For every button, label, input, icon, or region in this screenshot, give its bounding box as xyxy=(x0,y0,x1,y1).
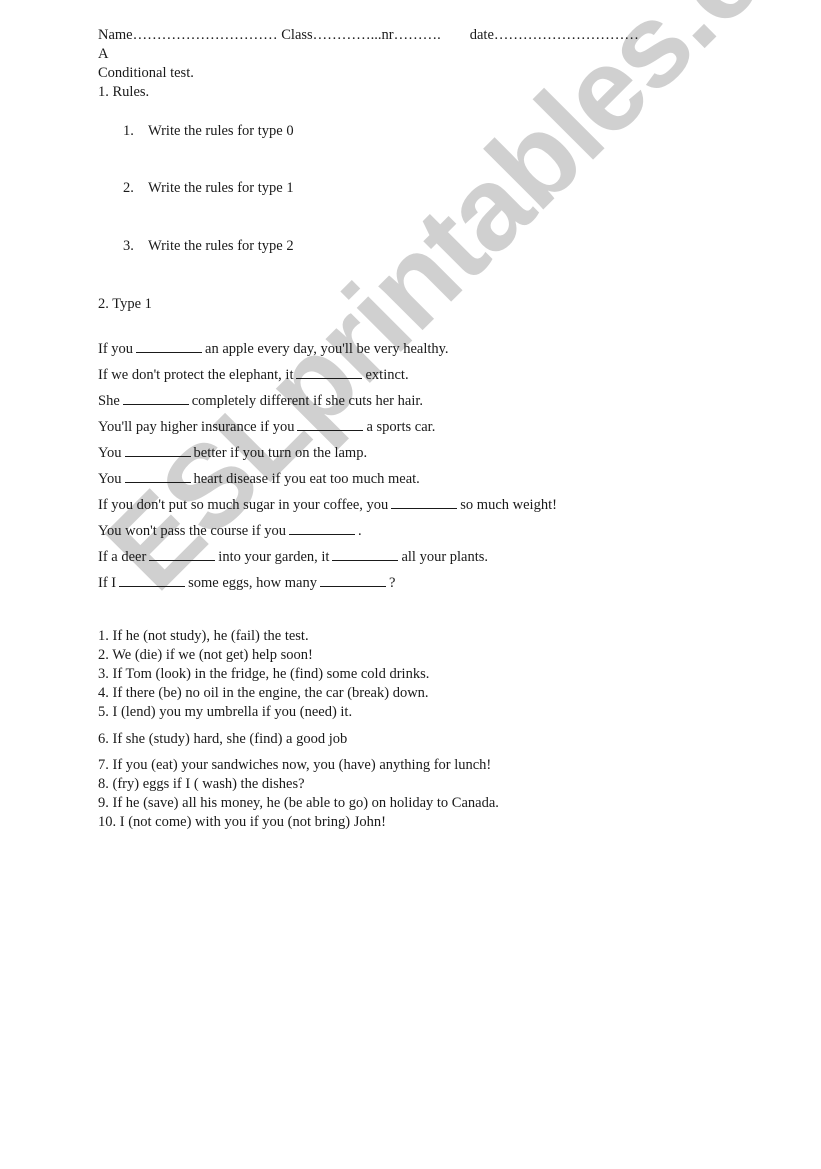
verb-exercise-item: 2. We (die) if we (not get) help soon! xyxy=(98,647,313,663)
date-field-label: date………………………… xyxy=(469,27,639,43)
answer-blank[interactable] xyxy=(119,574,186,587)
verb-exercise-item: 6. If she (study) hard, she (find) a goo… xyxy=(98,731,348,747)
sentence-text: If we don't protect the elephant, it xyxy=(98,367,294,383)
answer-blank[interactable] xyxy=(289,522,356,535)
answer-blank[interactable] xyxy=(296,366,363,379)
sentence-text: . xyxy=(358,523,362,539)
sentence-text: If a deer xyxy=(98,549,147,565)
sentence-text: You'll pay higher insurance if you xyxy=(98,419,295,435)
fill-sentence: If we don't protect the elephant, it exti… xyxy=(98,366,409,384)
name-field-label: Name………………………… xyxy=(98,27,282,43)
fill-sentence: You better if you turn on the lamp. xyxy=(98,444,367,462)
sentence-text: ? xyxy=(389,575,396,591)
answer-blank[interactable] xyxy=(124,470,191,483)
page-title: Conditional test. xyxy=(98,65,194,81)
verb-exercise-item: 5. I (lend) you my umbrella if you (need… xyxy=(98,704,353,720)
sentence-text: so much weight! xyxy=(460,497,557,513)
sentence-text: completely different if she cuts her hai… xyxy=(191,393,423,409)
fill-sentence: If you don't put so much sugar in your c… xyxy=(98,496,557,514)
sentence-text: You won't pass the course if you xyxy=(98,523,287,539)
verb-exercise-item: 3. If Tom (look) in the fridge, he (find… xyxy=(98,666,430,682)
sentence-text: heart disease if you eat too much meat. xyxy=(193,471,420,487)
worksheet-page: ESLprintables.com Name………………………… Class……… xyxy=(0,0,821,1169)
rule-item: 1. Write the rules for type 0 xyxy=(123,123,294,139)
answer-blank[interactable] xyxy=(297,418,364,431)
sentence-text: If you don't put so much sugar in your c… xyxy=(98,497,389,513)
verb-exercise-item: 4. If there (be) no oil in the engine, t… xyxy=(98,685,429,701)
fill-sentence: You won't pass the course if you. xyxy=(98,522,362,540)
rule-item: 3. Write the rules for type 2 xyxy=(123,238,294,254)
verb-exercise-item: 10. I (not come) with you if you (not br… xyxy=(98,814,386,830)
fill-sentence: If I some eggs, how many? xyxy=(98,574,395,592)
section-rules-heading: 1. Rules. xyxy=(98,84,150,100)
answer-blank[interactable] xyxy=(320,574,386,587)
fill-sentence: If a deer into your garden, it all your pl… xyxy=(98,548,488,566)
answer-blank[interactable] xyxy=(391,496,458,509)
sentence-text: an apple every day, you'll be very healt… xyxy=(205,341,449,357)
sentence-text: some eggs, how many xyxy=(188,575,317,591)
fill-sentence: You'll pay higher insurance if you a spor… xyxy=(98,418,435,436)
answer-blank[interactable] xyxy=(332,548,399,561)
verb-exercise-item: 7. If you (eat) your sandwiches now, you… xyxy=(98,757,492,773)
sentence-text: You xyxy=(98,471,122,487)
sentence-text: extinct. xyxy=(365,367,409,383)
student-info-line: Name………………………… Class…………...nr………. date……… xyxy=(98,26,639,44)
section-type1-heading: 2. Type 1 xyxy=(98,296,152,312)
answer-blank[interactable] xyxy=(124,444,191,457)
class-field-label: Class…………...nr………. xyxy=(281,27,441,43)
answer-blank[interactable] xyxy=(136,340,203,353)
rule-item: 2. Write the rules for type 1 xyxy=(123,180,294,196)
sentence-text: all your plants. xyxy=(401,549,489,565)
sentence-text: You xyxy=(98,445,122,461)
sentence-text: If I xyxy=(98,575,117,591)
sentence-text: If you xyxy=(98,341,134,357)
fill-sentence: If you an apple every day, you'll be very… xyxy=(98,340,449,358)
verb-exercise-item: 1. If he (not study), he (fail) the test… xyxy=(98,628,309,644)
fill-sentence: She completely different if she cuts her … xyxy=(98,392,423,410)
answer-blank[interactable] xyxy=(122,392,189,405)
fill-sentence: You heart disease if you eat too much mea… xyxy=(98,470,420,488)
sentence-text: She xyxy=(98,393,120,409)
test-version: A xyxy=(98,46,109,62)
sentence-text: into your garden, it xyxy=(218,549,330,565)
sentence-text: a sports car. xyxy=(366,419,436,435)
answer-blank[interactable] xyxy=(149,548,216,561)
sentence-text: better if you turn on the lamp. xyxy=(193,445,368,461)
verb-exercise-item: 9. If he (save) all his money, he (be ab… xyxy=(98,795,499,811)
verb-exercise-item: 8. (fry) eggs if I ( wash) the dishes? xyxy=(98,776,305,792)
